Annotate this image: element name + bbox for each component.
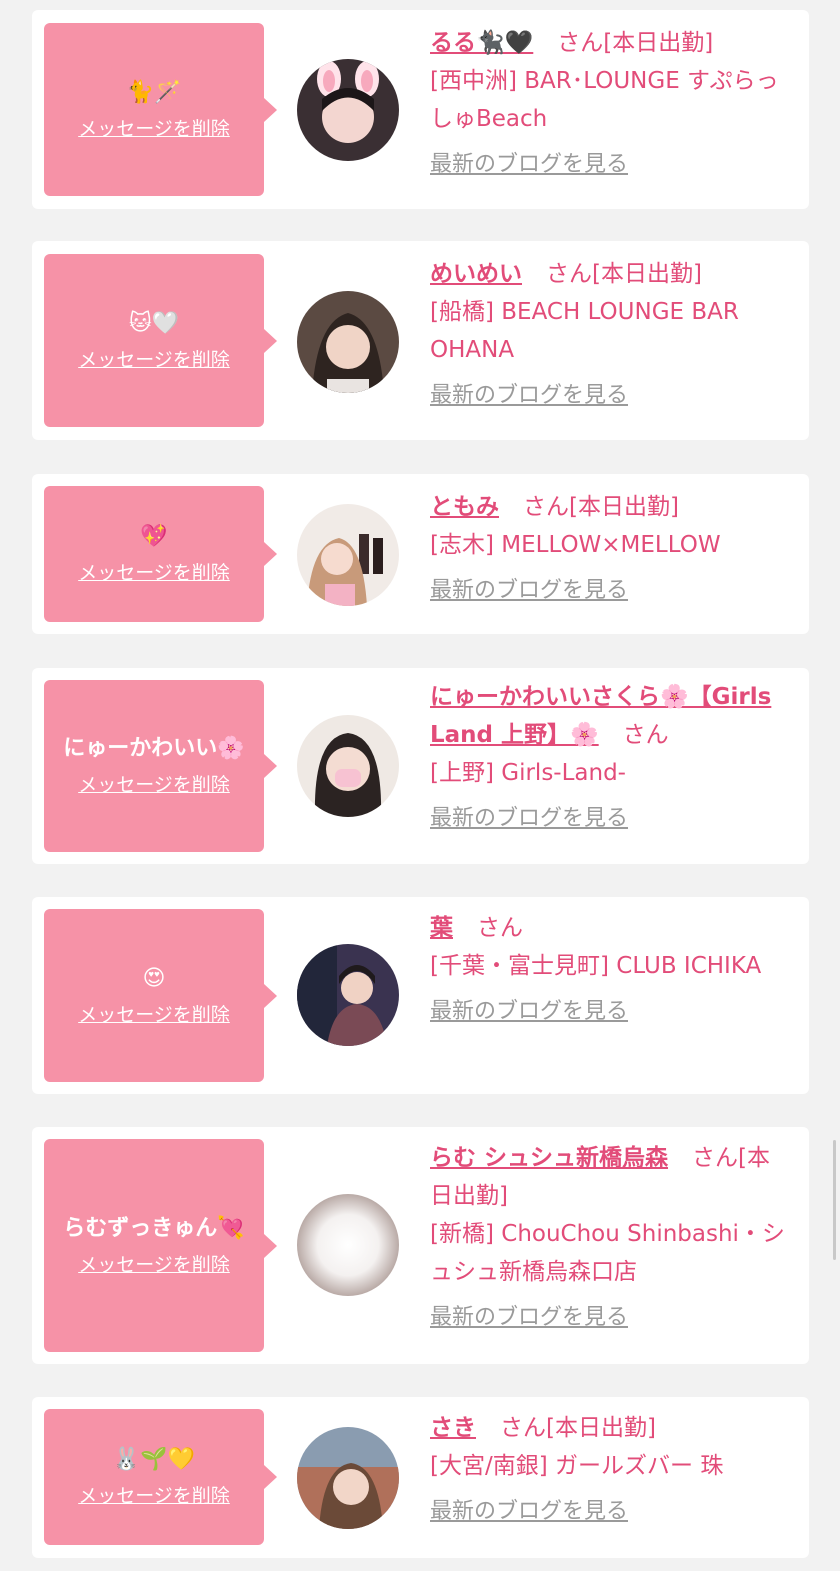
message-text: 🐰🌱💛 bbox=[112, 1447, 196, 1472]
honorific: さん bbox=[523, 494, 569, 520]
profile-info: さき さん[本日出勤] [大宮/南銀] ガールズバー 珠 最新のブログを見る bbox=[430, 1409, 790, 1531]
profile-name-link[interactable]: るる🐈‍⬛🖤 bbox=[430, 30, 533, 56]
honorific: さん bbox=[546, 261, 592, 287]
profile-name-link[interactable]: らむ シュシュ新橋烏森 bbox=[430, 1145, 668, 1171]
profile-name-link[interactable]: にゅーかわいいさくら🌸【Girls Land 上野】🌸 bbox=[430, 684, 771, 748]
status-text: [本日出勤] bbox=[546, 1415, 656, 1441]
status-text: [本日出勤] bbox=[569, 494, 679, 520]
list-item: らむずっきゅん💘 メッセージを削除 らむ シュシュ新橋烏森 さん[本日出勤] [新… bbox=[32, 1127, 809, 1364]
list-item: 🐰🌱💛 メッセージを削除 さき さん[本日出勤] [大宮/南銀] ガールズバー 珠… bbox=[32, 1397, 809, 1558]
honorific: さん bbox=[557, 30, 604, 56]
latest-blog-link[interactable]: 最新のブログを見る bbox=[430, 1299, 628, 1337]
favorites-message-list: 🐈🪄 メッセージを削除 るる🐈‍⬛🖤 さん[本日出勤] [西中洲] BAR･LOU… bbox=[0, 0, 840, 1571]
avatar[interactable] bbox=[297, 944, 399, 1046]
honorific: さん bbox=[692, 1145, 739, 1171]
avatar[interactable] bbox=[297, 1194, 399, 1296]
message-bubble: 🐰🌱💛 メッセージを削除 bbox=[44, 1409, 277, 1545]
latest-blog-link[interactable]: 最新のブログを見る bbox=[430, 377, 628, 415]
profile-info: るる🐈‍⬛🖤 さん[本日出勤] [西中洲] BAR･LOUNGE すぷらっしゅBe… bbox=[430, 24, 790, 184]
delete-message-button[interactable]: メッセージを削除 bbox=[78, 772, 230, 798]
delete-message-button[interactable]: メッセージを削除 bbox=[78, 116, 230, 142]
message-bubble: 🐱🤍 メッセージを削除 bbox=[44, 254, 277, 427]
honorific: さん bbox=[622, 722, 669, 748]
honorific: さん bbox=[477, 915, 523, 941]
delete-message-button[interactable]: メッセージを削除 bbox=[78, 1483, 230, 1509]
latest-blog-link[interactable]: 最新のブログを見る bbox=[430, 800, 628, 838]
message-bubble: 😍 メッセージを削除 bbox=[44, 909, 277, 1082]
list-item: 🐱🤍 メッセージを削除 めいめい さん[本日出勤] [船橋] BEACH LOUN… bbox=[32, 241, 809, 440]
list-item: 😍 メッセージを削除 葉さん [千葉・富士見町] CLUB ICHIKA 最新の… bbox=[32, 897, 809, 1094]
profile-info: らむ シュシュ新橋烏森 さん[本日出勤] [新橋] ChouChou Shinba… bbox=[430, 1139, 790, 1337]
profile-name-link[interactable]: めいめい bbox=[430, 261, 522, 287]
list-item: 💖 メッセージを削除 ともみ さん[本日出勤] [志木] MELLOW×MELLO… bbox=[32, 474, 809, 634]
shop-text: [西中洲] BAR･LOUNGE すぷらっしゅBeach bbox=[430, 68, 779, 132]
profile-info: ともみ さん[本日出勤] [志木] MELLOW×MELLOW 最新のブログを見る bbox=[430, 488, 790, 610]
latest-blog-link[interactable]: 最新のブログを見る bbox=[430, 993, 628, 1031]
message-text: 😍 bbox=[142, 965, 166, 991]
status-text: [本日出勤] bbox=[592, 261, 702, 287]
list-item: 🐈🪄 メッセージを削除 るる🐈‍⬛🖤 さん[本日出勤] [西中洲] BAR･LOU… bbox=[32, 10, 809, 209]
message-text: にゅーかわいい🌸 bbox=[63, 736, 245, 761]
delete-message-button[interactable]: メッセージを削除 bbox=[78, 1252, 230, 1278]
avatar[interactable] bbox=[297, 715, 399, 817]
shop-text: [新橋] ChouChou Shinbashi・シュシュ新橋烏森口店 bbox=[430, 1221, 785, 1285]
avatar[interactable] bbox=[297, 291, 399, 393]
profile-info: めいめい さん[本日出勤] [船橋] BEACH LOUNGE BAR OHANA… bbox=[430, 255, 790, 415]
profile-info: にゅーかわいいさくら🌸【Girls Land 上野】🌸 さん [上野] Girls… bbox=[430, 678, 782, 838]
message-bubble: 💖 メッセージを削除 bbox=[44, 486, 277, 622]
honorific: さん bbox=[500, 1415, 546, 1441]
scrollbar[interactable] bbox=[833, 1140, 836, 1260]
message-text: 🐱🤍 bbox=[128, 310, 180, 336]
shop-text: [大宮/南銀] ガールズバー 珠 bbox=[430, 1453, 724, 1479]
shop-text: [千葉・富士見町] CLUB ICHIKA bbox=[430, 953, 762, 979]
latest-blog-link[interactable]: 最新のブログを見る bbox=[430, 572, 628, 610]
message-bubble: 🐈🪄 メッセージを削除 bbox=[44, 23, 277, 196]
delete-message-button[interactable]: メッセージを削除 bbox=[78, 1002, 230, 1028]
avatar[interactable] bbox=[297, 1427, 399, 1529]
latest-blog-link[interactable]: 最新のブログを見る bbox=[430, 1493, 628, 1531]
profile-name-link[interactable]: ともみ bbox=[430, 494, 499, 520]
avatar[interactable] bbox=[297, 504, 399, 606]
status-text: [本日出勤] bbox=[603, 30, 714, 56]
shop-text: [志木] MELLOW×MELLOW bbox=[430, 532, 721, 558]
message-bubble: らむずっきゅん💘 メッセージを削除 bbox=[44, 1139, 277, 1352]
avatar[interactable] bbox=[297, 59, 399, 161]
message-text: 💖 bbox=[140, 524, 168, 549]
delete-message-button[interactable]: メッセージを削除 bbox=[78, 347, 230, 373]
latest-blog-link[interactable]: 最新のブログを見る bbox=[430, 146, 628, 184]
shop-text: [上野] Girls-Land- bbox=[430, 760, 626, 786]
profile-info: 葉さん [千葉・富士見町] CLUB ICHIKA 最新のブログを見る bbox=[430, 909, 790, 1031]
message-text: らむずっきゅん💘 bbox=[63, 1215, 245, 1241]
message-text: 🐈🪄 bbox=[126, 79, 182, 105]
delete-message-button[interactable]: メッセージを削除 bbox=[78, 560, 230, 586]
profile-name-link[interactable]: さき bbox=[430, 1415, 476, 1441]
shop-text: [船橋] BEACH LOUNGE BAR OHANA bbox=[430, 299, 739, 363]
list-item: にゅーかわいい🌸 メッセージを削除 にゅーかわいいさくら🌸【Girls Land… bbox=[32, 668, 809, 864]
message-bubble: にゅーかわいい🌸 メッセージを削除 bbox=[44, 680, 277, 852]
profile-name-link[interactable]: 葉 bbox=[430, 915, 453, 941]
